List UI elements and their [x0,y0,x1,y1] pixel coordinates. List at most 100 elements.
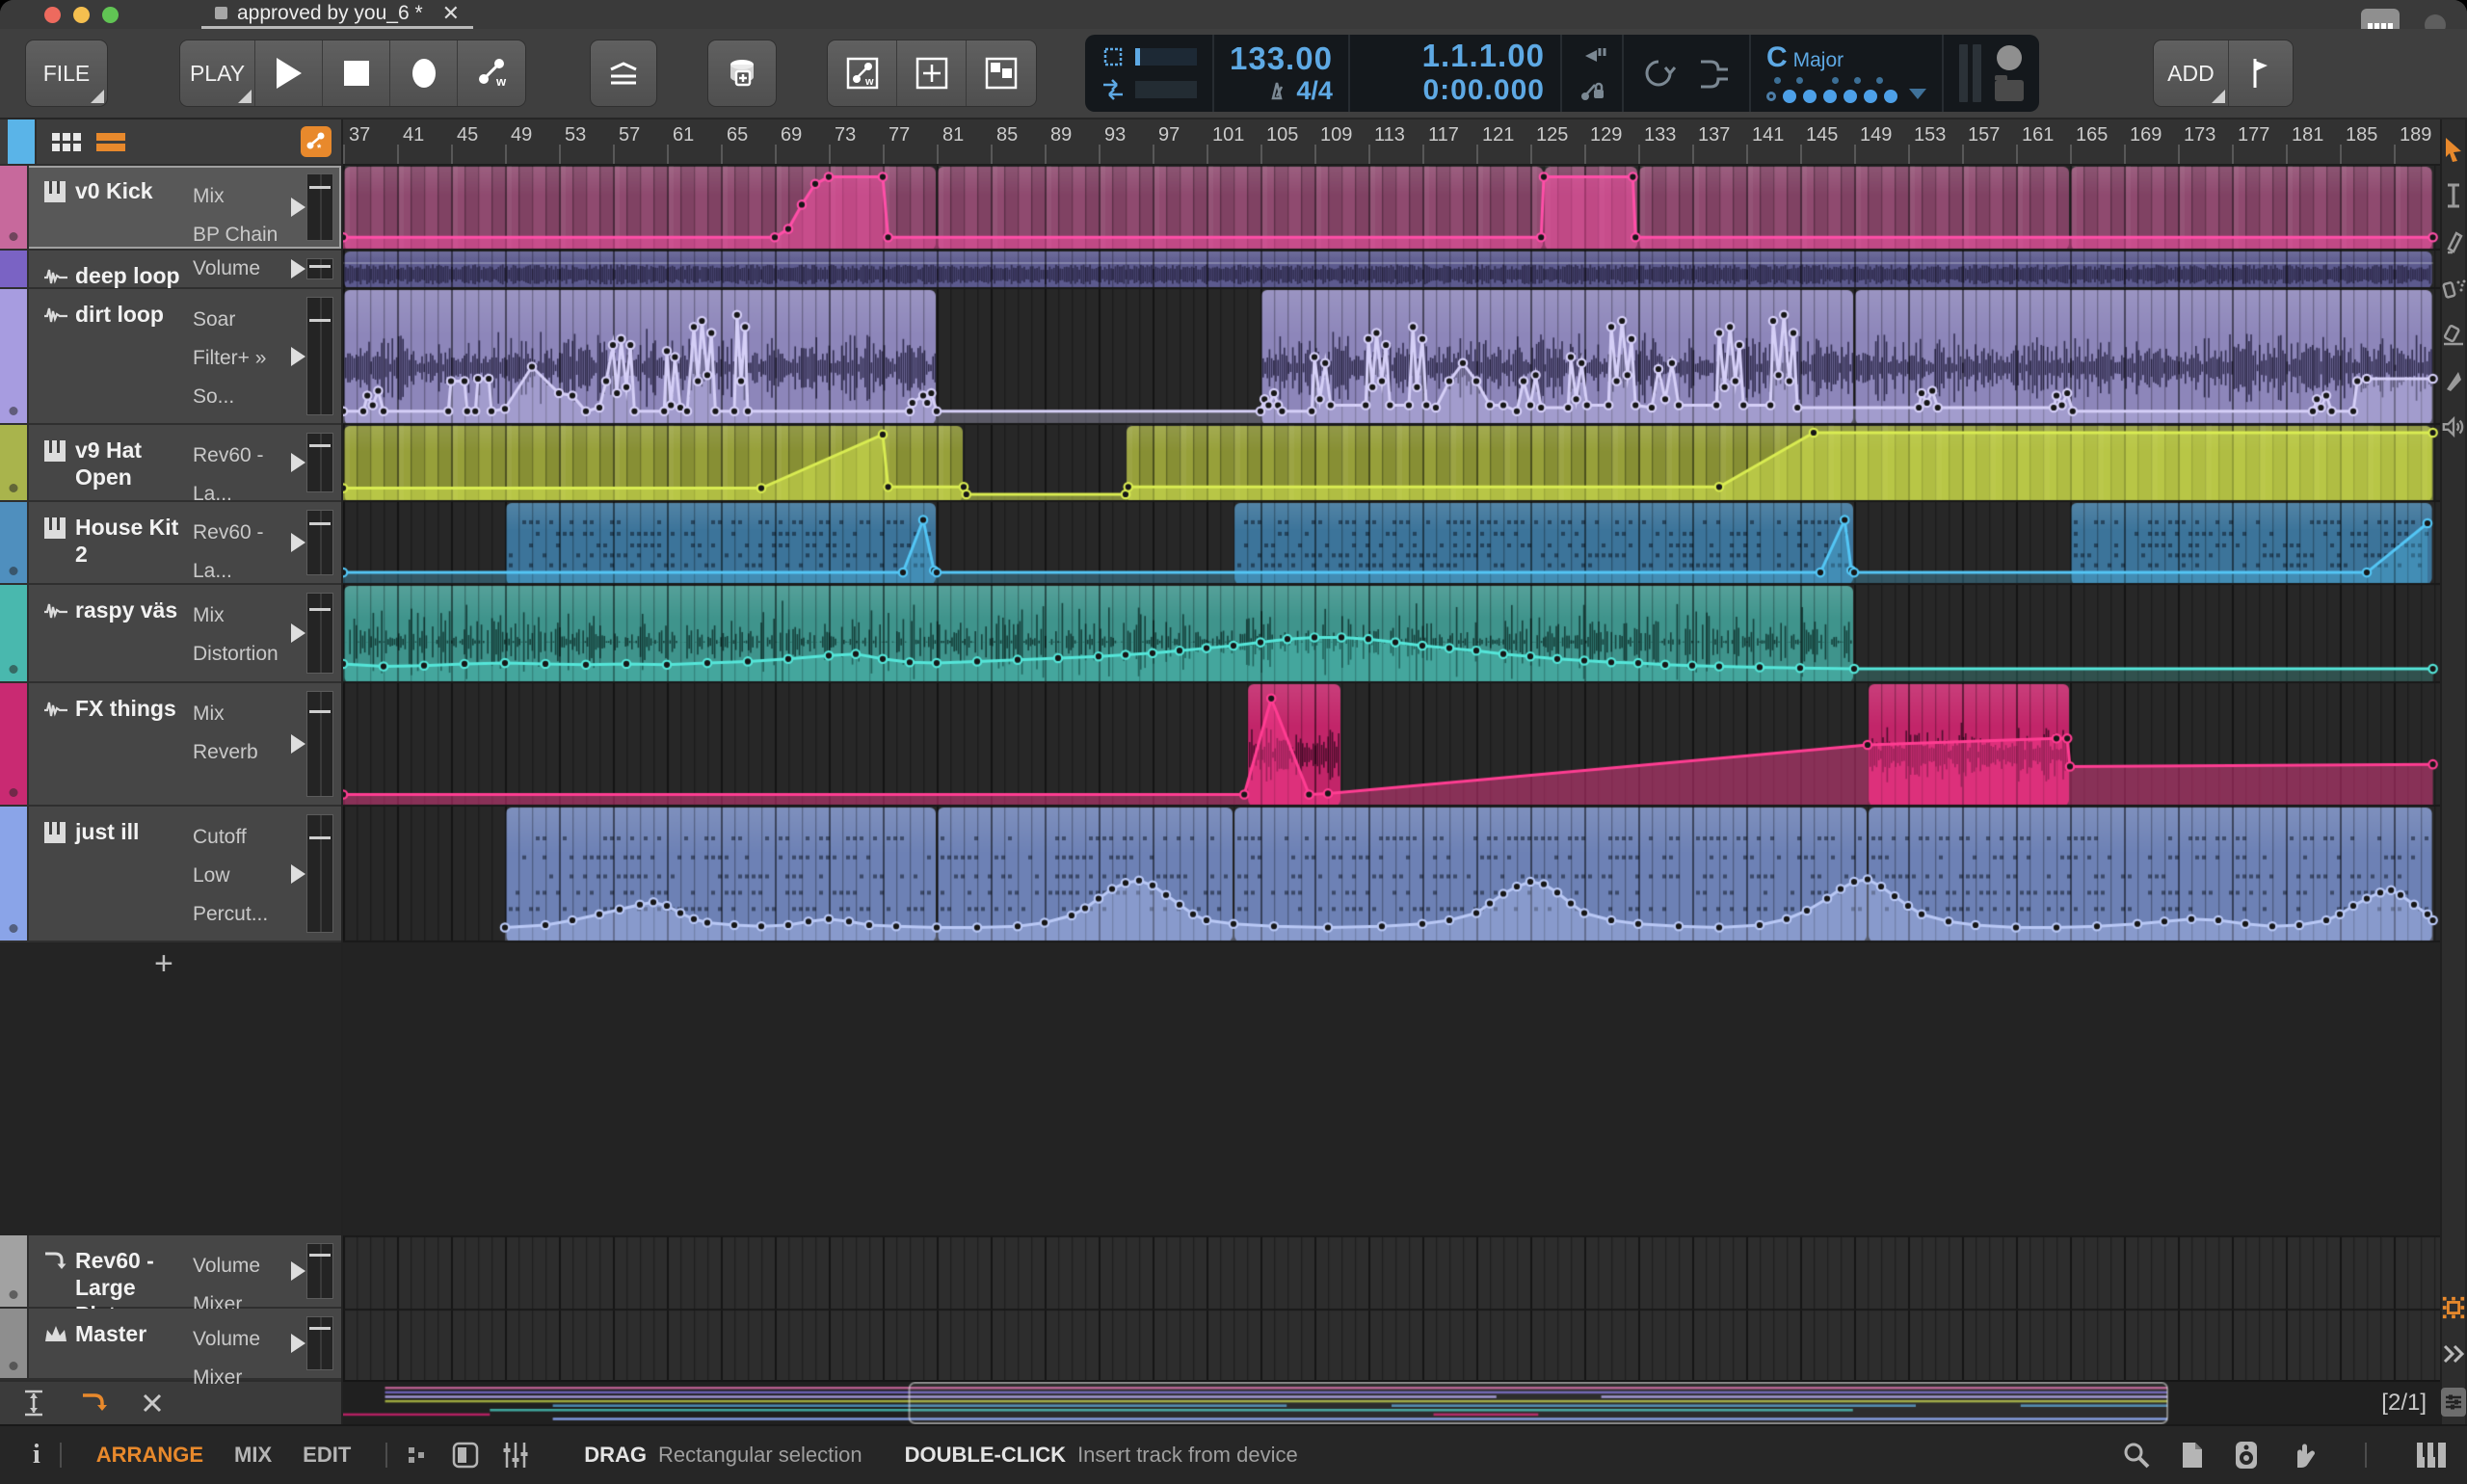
track-params[interactable]: MixDistortion [193,596,289,674]
track-row[interactable]: dirt loopSoarFilter+ » So... [0,289,341,425]
cue-marker-button[interactable] [2229,40,2293,106]
pointer-tool-icon[interactable] [2441,137,2466,162]
tempo-section[interactable]: 133.00 4/4 [1214,35,1350,112]
grid-view-icon[interactable] [50,129,83,154]
track-color-strip[interactable] [0,425,29,500]
track-fader[interactable] [306,297,333,415]
track-color-strip[interactable] [0,683,29,805]
track-color-strip[interactable] [0,585,29,681]
track-row[interactable]: MasterVolumeMixer [0,1309,341,1380]
time-selection-tool-icon[interactable] [2441,183,2466,208]
key-dropdown-caret[interactable] [1909,89,1926,99]
dual-display-icon[interactable] [407,1444,430,1467]
expand-track-arrow[interactable] [291,734,305,754]
mixed-view-button[interactable] [967,40,1036,106]
track-params[interactable]: CutoffLow Percut... [193,818,289,934]
clear-icon[interactable] [141,1391,164,1415]
add-lane-panel-button[interactable] [897,40,967,106]
track-fader[interactable] [306,510,333,575]
expand-track-arrow[interactable] [291,864,305,884]
browser-button[interactable] [707,40,777,107]
track-fader[interactable] [306,433,333,492]
expand-track-arrow[interactable] [291,347,305,366]
automation-write-button[interactable]: w [458,40,525,106]
audition-tool-icon[interactable] [2441,414,2466,439]
track-name[interactable]: dirt loop [75,301,189,328]
track-name[interactable]: just ill [75,818,189,845]
track-row[interactable]: deep loopVolume [0,251,341,289]
position-section[interactable]: 1.1.1.00 0:00.000 [1350,35,1562,112]
track-fader[interactable] [306,173,333,241]
expand-track-arrow[interactable] [291,1261,305,1281]
project-tab[interactable]: approved by you_6 * ✕ [201,0,473,29]
stop-button[interactable] [323,40,390,106]
loop-fade-section[interactable] [1624,35,1751,112]
track-params[interactable]: VolumeMixer [193,1320,289,1397]
track-row[interactable]: House Kit 2Rev60 - La...Mixer [0,502,341,585]
track-color-strip[interactable] [0,502,29,583]
search-icon[interactable] [2122,1441,2151,1470]
automation-follow-icon[interactable]: * [301,126,332,157]
expand-track-arrow[interactable] [291,533,305,552]
track-row[interactable]: v0 KickMixBP Chain [0,166,341,251]
piano-icon[interactable] [2415,1441,2448,1470]
play-button[interactable] [255,40,323,106]
maximize-window-button[interactable] [102,7,119,23]
plus-icon[interactable]: + [154,949,173,978]
knife-tool-icon[interactable] [2441,368,2466,393]
track-name[interactable]: deep loop [75,262,189,289]
expand-track-arrow[interactable] [291,623,305,643]
tab-edit[interactable]: EDIT [303,1443,351,1468]
pen-tool-icon[interactable] [2441,229,2466,254]
track-color-strip[interactable] [0,1235,29,1307]
track-params[interactable]: SoarFilter+ » So... [193,301,289,416]
record-button[interactable] [390,40,458,106]
master-meter-section[interactable] [1944,35,2039,112]
track-params[interactable]: MixReverb [193,695,289,772]
track-name[interactable]: FX things [75,695,189,722]
track-row[interactable]: v9 Hat OpenRev60 - La...Mixer [0,425,341,502]
add-track-button[interactable]: ADD [2154,40,2229,106]
track-fader[interactable] [306,258,333,279]
expand-track-arrow[interactable] [291,198,305,217]
mixer-sliders-icon[interactable] [501,1441,530,1470]
timeline-ruler[interactable]: 3741454953576165697377818589939710110510… [343,119,2440,166]
automation-panel-button[interactable]: w [828,40,897,106]
track-name[interactable]: House Kit 2 [75,514,189,568]
track-color-strip[interactable] [0,289,29,423]
hand-icon[interactable] [2288,1441,2317,1470]
key-signature-section[interactable]: CMajor [1751,35,1944,112]
tab-arrange[interactable]: ARRANGE [96,1443,203,1468]
track-row[interactable]: just illCutoffLow Percut... [0,807,341,942]
list-view-icon[interactable] [94,129,127,154]
file-menu-button[interactable]: FILE [25,40,108,107]
close-window-button[interactable] [44,7,61,23]
track-fader[interactable] [306,1316,333,1370]
track-params[interactable]: Volume [193,257,289,280]
track-row[interactable]: Rev60 - Large PlateVolumeMixer [0,1235,341,1309]
play-menu-button[interactable]: PLAY [180,40,255,106]
close-project-icon[interactable]: ✕ [442,1,460,26]
expand-track-arrow[interactable] [291,259,305,278]
track-fader[interactable] [306,1243,333,1299]
track-color-strip[interactable] [0,251,29,287]
eraser-tool-icon[interactable] [2441,322,2466,347]
double-chevron-icon[interactable] [2441,1341,2466,1366]
tab-mix[interactable]: MIX [234,1443,272,1468]
arranger-canvas[interactable] [343,166,2440,1380]
engine-section[interactable] [1085,35,1214,112]
track-row[interactable]: raspy väsMixDistortion [0,585,341,683]
punch-section[interactable] [1562,35,1624,112]
speaker-icon[interactable] [2234,1440,2259,1471]
return-arrow-icon[interactable] [79,1390,108,1417]
track-fader[interactable] [306,691,333,797]
track-fader[interactable] [306,593,333,674]
minimize-window-button[interactable] [73,7,90,23]
panel-layout-icon[interactable] [451,1441,480,1470]
arrangement-minimap[interactable]: [2/1] [343,1380,2440,1424]
snap-settings-icon[interactable] [2441,1295,2466,1320]
add-track-row[interactable]: + [0,942,341,985]
track-fader[interactable] [306,814,333,933]
track-color-strip[interactable] [0,1309,29,1378]
expand-track-arrow[interactable] [291,1334,305,1353]
